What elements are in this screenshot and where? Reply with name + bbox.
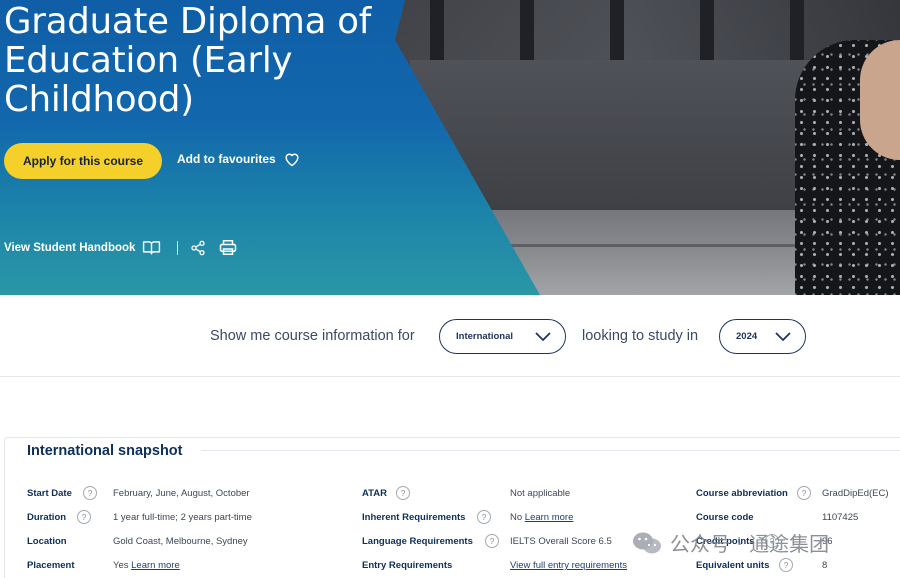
language-requirements-label: Language Requirements bbox=[362, 536, 473, 547]
entry-requirements-value: View full entry requirements bbox=[510, 560, 627, 571]
year-select-value: 2024 bbox=[736, 331, 758, 342]
placement-learn-more-link[interactable]: Learn more bbox=[131, 560, 180, 571]
person-image bbox=[795, 40, 900, 295]
language-requirements-value: IELTS Overall Score 6.5 bbox=[510, 536, 612, 547]
help-icon[interactable]: ? bbox=[77, 510, 91, 524]
course-code-label: Course code bbox=[696, 512, 754, 523]
course-title: Graduate Diploma of Education (Early Chi… bbox=[4, 1, 372, 120]
apply-button[interactable]: Apply for this course bbox=[4, 143, 162, 179]
start-date-label: Start Date bbox=[27, 488, 72, 499]
wechat-watermark: 公众号 · 通途集团 bbox=[632, 528, 829, 557]
view-entry-requirements-link[interactable]: View full entry requirements bbox=[510, 560, 627, 571]
duration-label: Duration bbox=[27, 512, 67, 523]
chevron-down-icon bbox=[775, 331, 791, 342]
entry-requirements-label: Entry Requirements bbox=[362, 560, 453, 571]
inherent-requirements-value: No Learn more bbox=[510, 512, 573, 523]
equivalent-units-value: 8 bbox=[822, 560, 828, 571]
inherent-requirements-text: No bbox=[510, 512, 523, 523]
equivalent-units-label: Equivalent units bbox=[696, 560, 770, 571]
view-handbook-link[interactable]: View Student Handbook bbox=[4, 242, 135, 254]
placement-label: Placement bbox=[27, 560, 75, 571]
help-icon[interactable]: ? bbox=[797, 486, 811, 500]
snapshot-title: International snapshot bbox=[27, 443, 183, 459]
audience-select-value: International bbox=[456, 331, 514, 342]
hero-actions-row: View Student Handbook bbox=[4, 239, 237, 256]
wechat-icon bbox=[632, 530, 662, 556]
help-icon[interactable]: ? bbox=[779, 558, 793, 572]
placement-value: Yes Learn more bbox=[113, 560, 180, 571]
divider bbox=[201, 450, 900, 451]
hero-banner: Graduate Diploma of Education (Early Chi… bbox=[0, 0, 900, 295]
inherent-learn-more-link[interactable]: Learn more bbox=[525, 512, 574, 523]
audience-select[interactable]: International bbox=[439, 319, 566, 354]
course-info-selector: Show me course information for Internati… bbox=[0, 295, 900, 377]
watermark-text: 公众号 · 通途集团 bbox=[670, 532, 830, 556]
help-icon[interactable]: ? bbox=[396, 486, 410, 500]
print-icon[interactable] bbox=[219, 239, 237, 256]
course-abbreviation-value: GradDipEd(EC) bbox=[822, 488, 889, 499]
location-value: Gold Coast, Melbourne, Sydney bbox=[113, 536, 248, 547]
placement-value-text: Yes bbox=[113, 560, 129, 571]
share-icon[interactable] bbox=[190, 240, 206, 256]
add-to-favourites-button[interactable]: Add to favourites bbox=[177, 151, 301, 167]
book-icon[interactable] bbox=[142, 240, 161, 255]
course-code-value: 1107425 bbox=[822, 512, 859, 523]
duration-value: 1 year full-time; 2 years part-time bbox=[113, 512, 252, 523]
year-select[interactable]: 2024 bbox=[719, 319, 806, 354]
help-icon[interactable]: ? bbox=[83, 486, 97, 500]
location-label: Location bbox=[27, 536, 67, 547]
start-date-value: February, June, August, October bbox=[113, 488, 250, 499]
heart-icon bbox=[283, 151, 301, 167]
selector-prefix: Show me course information for bbox=[210, 328, 415, 344]
atar-label: ATAR bbox=[362, 488, 387, 499]
chevron-down-icon bbox=[535, 331, 551, 342]
atar-value: Not applicable bbox=[510, 488, 571, 499]
inherent-requirements-label: Inherent Requirements bbox=[362, 512, 466, 523]
help-icon[interactable]: ? bbox=[477, 510, 491, 524]
course-abbreviation-label: Course abbreviation bbox=[696, 488, 788, 499]
selector-middle: looking to study in bbox=[582, 328, 699, 344]
divider bbox=[177, 240, 179, 255]
help-icon[interactable]: ? bbox=[485, 534, 499, 548]
favourites-label: Add to favourites bbox=[177, 152, 276, 166]
